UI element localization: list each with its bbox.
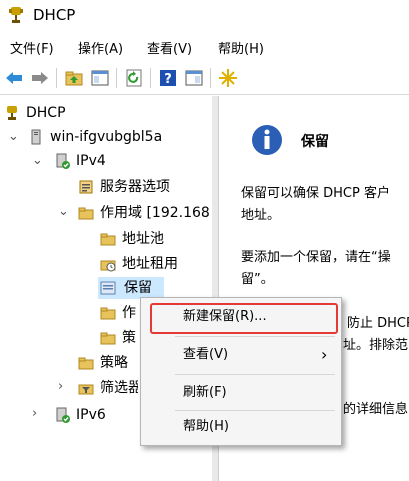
back-arrow-icon[interactable] [4,68,24,88]
detail-text-line: 要添加一个保留，请在“操 [241,250,391,265]
tree-label: 保留 [124,280,152,296]
toolbar: ? [0,62,409,95]
collapse-chevron-icon[interactable]: ⌄ [8,129,19,144]
toolbar-separator [210,68,211,88]
dhcp-app-icon [9,7,23,23]
tree-label: 策略 [100,355,128,371]
toolbar-separator [56,68,57,88]
tree-label: 筛选器 [100,380,138,396]
tree-label: 服务器选项 [100,179,170,195]
menu-item-label: 查看(V) [183,347,229,362]
tree-node-dhcp-root[interactable]: DHCP [4,102,204,124]
policies-folder-icon [100,332,116,345]
menu-action[interactable]: 操作(A) [78,38,123,57]
detail-text-line: 的详细信息 [343,402,409,417]
tree-label: IPv4 [76,153,106,169]
tree-node-scope-policies[interactable]: 策 [100,327,140,349]
menu-item-view[interactable]: 查看(V) › [141,340,341,370]
svg-text:?: ? [164,72,172,87]
tree-label: 作用域 [192.168 [100,205,210,221]
menu-view[interactable]: 查看(V) [147,38,192,57]
toolbar-separator [150,68,151,88]
ipv4-icon [56,153,70,169]
collapse-chevron-icon[interactable]: ⌄ [32,153,43,168]
options-icon [79,180,93,194]
server-icon [31,129,41,145]
help-icon[interactable]: ? [158,68,178,88]
reservations-icon [100,281,116,295]
options-folder-icon [100,307,116,320]
address-pool-folder-icon [100,233,116,246]
toolbar-separator [116,68,117,88]
tree-label: 作 [122,305,136,321]
ipv6-icon [56,407,70,423]
tree-node-reservations[interactable]: 保留 [98,277,164,299]
detail-title: 保留 [301,134,329,150]
tree-label: win-ifgvubgbl5a [50,129,163,145]
tree-node-address-pool[interactable]: 地址池 [100,228,200,250]
tree-node-server-options[interactable]: 服务器选项 [78,176,208,198]
menu-item-label: 帮助(H) [183,419,229,434]
tree-node-ipv6[interactable]: IPv6 [54,404,134,426]
collapse-chevron-icon[interactable]: ⌄ [58,204,69,219]
detail-text-line: 地址。 [241,208,281,223]
menu-item-help[interactable]: 帮助(H) [141,412,341,442]
tree-label: 地址租用 [122,256,178,272]
tree-node-policies[interactable]: 策略 [78,352,138,374]
tree-node-ipv4[interactable]: IPv4 [54,150,204,172]
menu-item-label: 刷新(F) [183,385,227,400]
tree-label: 地址池 [122,231,164,247]
tree-node-address-leases[interactable]: 地址租用 [100,253,200,275]
tree-node-filters[interactable]: 筛选器 [78,377,138,399]
title-bar: DHCP [0,0,409,32]
expand-chevron-icon[interactable]: › [32,406,37,421]
menu-separator [175,374,335,375]
menu-separator [175,336,335,337]
detail-text-line: 留”。 [241,272,274,287]
expand-chevron-icon[interactable]: › [58,379,63,394]
tree-node-server[interactable]: win-ifgvubgbl5a [28,126,208,148]
up-folder-icon[interactable] [64,68,84,88]
new-sparkle-icon[interactable] [218,68,238,88]
filters-icon [78,384,94,395]
menu-separator [175,410,335,411]
show-hide-tree-icon[interactable] [90,68,110,88]
tree-label: DHCP [26,105,66,121]
window-title: DHCP [33,6,76,24]
tree-node-scope[interactable]: 作用域 [192.168 [78,202,212,224]
tree-label: IPv6 [76,407,106,423]
policies-icon [78,357,94,370]
folder-icon [78,207,94,220]
detail-text-line: 防止 DHCP [347,316,409,331]
properties-icon[interactable] [184,68,204,88]
leases-folder-icon [100,260,116,272]
menu-item-refresh[interactable]: 刷新(F) [141,378,341,408]
tree-node-scope-options[interactable]: 作 [100,302,140,324]
highlight-box [150,303,338,334]
forward-arrow-icon[interactable] [30,68,50,88]
menu-file[interactable]: 文件(F) [10,38,54,57]
info-icon [252,125,282,155]
submenu-arrow-icon: › [321,345,328,364]
menu-bar: 文件(F) 操作(A) 查看(V) 帮助(H) [0,36,409,60]
dhcp-root-icon [7,106,17,120]
detail-text-line: 保留可以确保 DHCP 客户 [241,186,390,201]
tree-label: 策 [122,330,136,346]
menu-help[interactable]: 帮助(H) [218,38,264,57]
detail-text-line: 址。排除范 [343,338,409,353]
refresh-icon[interactable] [124,68,144,88]
